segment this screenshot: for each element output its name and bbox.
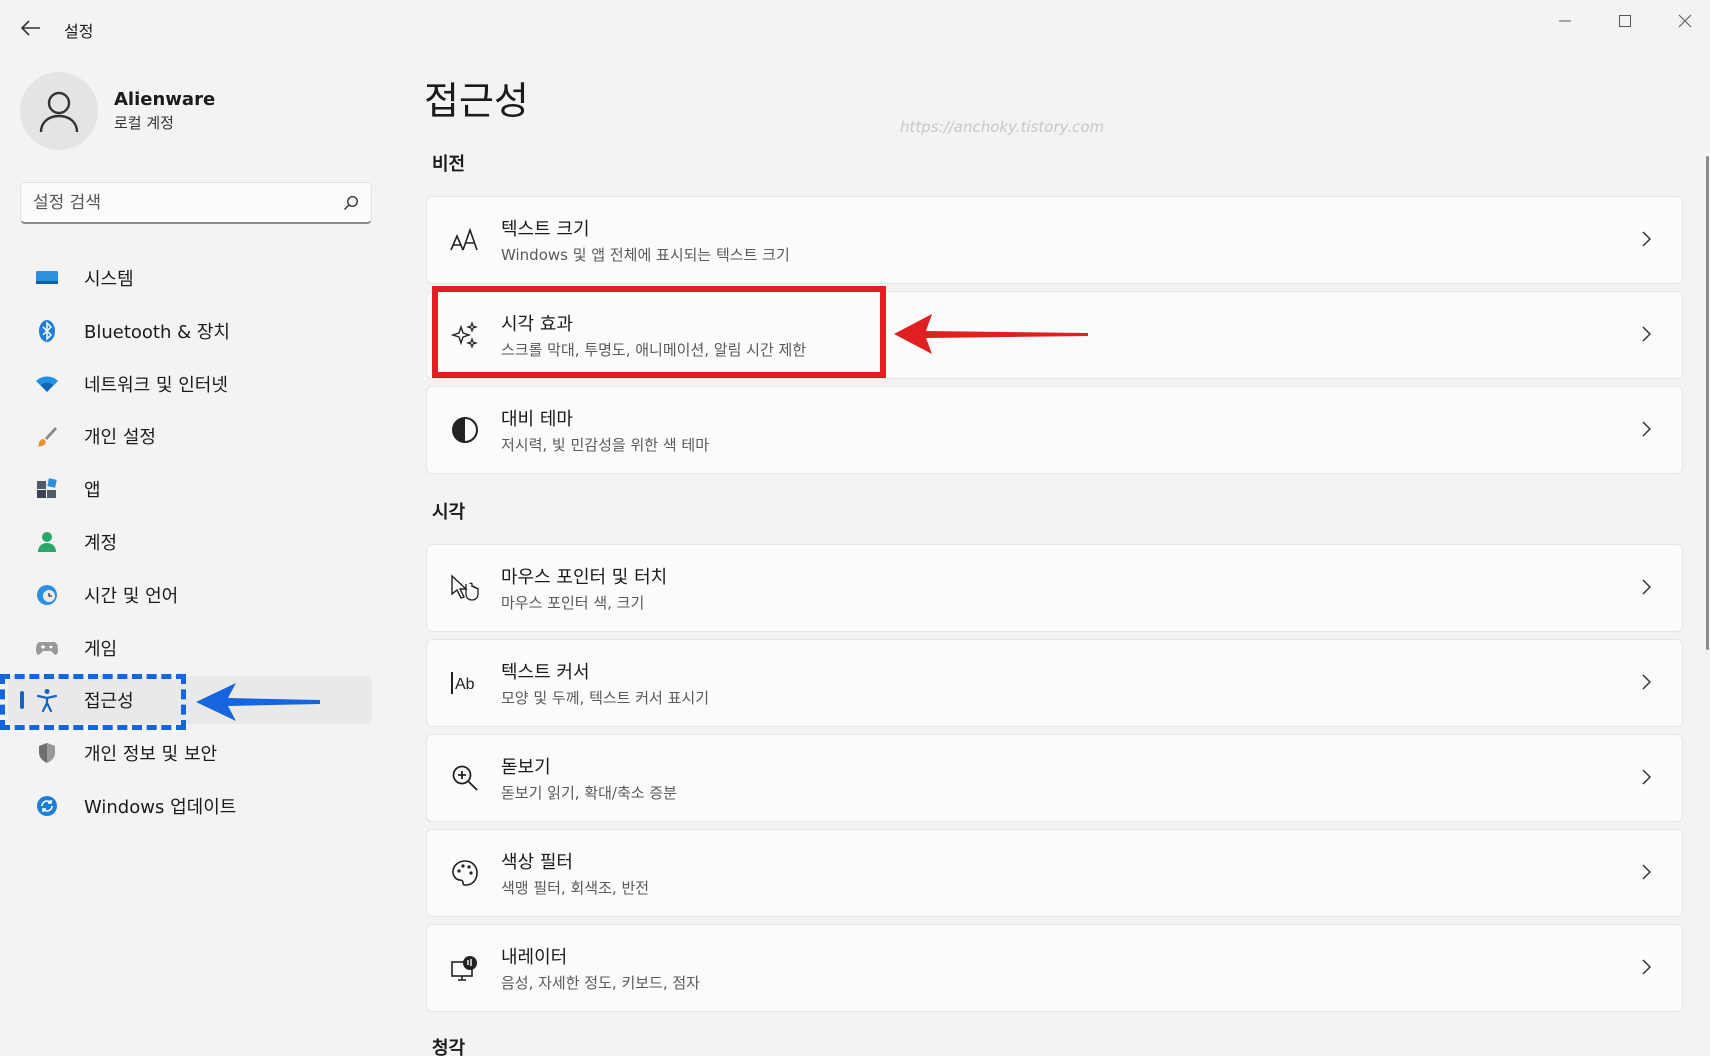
app-title: 설정 — [64, 22, 94, 41]
card-subtitle: 모양 및 두께, 텍스트 커서 표시기 — [501, 689, 710, 707]
wifi-icon — [34, 371, 60, 397]
apps-icon — [34, 476, 60, 502]
main-content: 접근성 https://anchoky.tistory.com 비전 텍스트 크… — [420, 56, 1690, 1056]
sidebar-item-bluetooth[interactable]: Bluetooth & 장치 — [8, 307, 372, 355]
sidebar-item-label: 네트워크 및 인터넷 — [84, 374, 228, 396]
card-subtitle: 색맹 필터, 회색조, 반전 — [501, 879, 650, 897]
card-subtitle: 돋보기 읽기, 확대/축소 증분 — [501, 784, 677, 802]
palette-icon — [445, 853, 485, 893]
settings-search[interactable] — [20, 182, 372, 224]
shield-icon — [34, 740, 60, 766]
search-icon[interactable] — [343, 195, 359, 211]
chevron-right-icon — [1634, 322, 1658, 346]
card-text-cursor[interactable]: Ab 텍스트 커서 모양 및 두께, 텍스트 커서 표시기 — [426, 639, 1683, 727]
sidebar-item-accounts[interactable]: 계정 — [8, 518, 372, 566]
text-cursor-icon: Ab — [445, 663, 485, 703]
chevron-right-icon — [1634, 955, 1658, 979]
card-text-size[interactable]: 텍스트 크기 Windows 및 앱 전체에 표시되는 텍스트 크기 — [426, 196, 1683, 284]
sidebar-item-personalization[interactable]: 개인 설정 — [8, 412, 372, 460]
blue-pointer-arrow-icon — [196, 683, 320, 721]
card-title: 내레이터 — [501, 947, 568, 968]
profile-name: Alienware — [114, 89, 216, 110]
chevron-right-icon — [1634, 227, 1658, 251]
red-pointer-arrow-icon — [894, 314, 1088, 354]
watermark: https://anchoky.tistory.com — [900, 118, 1105, 136]
minimize-icon — [1559, 20, 1571, 22]
sidebar: Alienware 로컬 계정 시스템 Bluetooth & 장치 — [0, 56, 380, 1056]
chevron-right-icon — [1634, 417, 1658, 441]
account-icon — [34, 529, 60, 555]
pointer-touch-icon — [445, 568, 485, 608]
card-color-filters[interactable]: 색상 필터 색맹 필터, 회색조, 반전 — [426, 829, 1683, 917]
chevron-right-icon — [1634, 860, 1658, 884]
visual-effects-highlight-box — [432, 286, 886, 378]
back-button[interactable] — [16, 14, 46, 42]
sidebar-item-network[interactable]: 네트워크 및 인터넷 — [8, 360, 372, 408]
svg-text:Ab: Ab — [455, 676, 475, 693]
brush-icon — [34, 423, 60, 449]
user-profile[interactable]: Alienware 로컬 계정 — [20, 72, 215, 150]
card-title: 돋보기 — [501, 757, 551, 778]
update-icon — [34, 793, 60, 819]
card-subtitle: 음성, 자세한 정도, 키보드, 점자 — [501, 974, 700, 992]
text-size-icon — [445, 220, 485, 260]
sidebar-item-label: 개인 설정 — [84, 427, 156, 449]
contrast-icon — [445, 410, 485, 450]
profile-account-type: 로컬 계정 — [114, 114, 174, 132]
card-title: 대비 테마 — [501, 409, 573, 430]
search-input[interactable] — [33, 192, 343, 213]
scrollbar[interactable] — [1706, 156, 1709, 650]
card-narrator[interactable]: 내레이터 음성, 자세한 정도, 키보드, 점자 — [426, 924, 1683, 1012]
minimize-button[interactable] — [1540, 6, 1590, 36]
sidebar-item-windows-update[interactable]: Windows 업데이트 — [8, 782, 372, 830]
maximize-button[interactable] — [1600, 6, 1650, 36]
chevron-right-icon — [1634, 765, 1658, 789]
bluetooth-icon — [34, 318, 60, 344]
magnifier-icon — [445, 758, 485, 798]
section-title-visual: 시각 — [432, 502, 466, 523]
section-title-hearing: 청각 — [432, 1038, 466, 1056]
maximize-icon — [1619, 15, 1631, 27]
close-icon — [1678, 14, 1692, 28]
sidebar-item-time-language[interactable]: 시간 및 언어 — [8, 571, 372, 619]
card-magnifier[interactable]: 돋보기 돋보기 읽기, 확대/축소 증분 — [426, 734, 1683, 822]
sidebar-item-label: 게임 — [84, 638, 118, 660]
title-bar: 설정 — [0, 0, 1710, 56]
card-title: 색상 필터 — [501, 852, 573, 873]
gamepad-icon — [34, 635, 60, 661]
sidebar-item-label: Windows 업데이트 — [84, 796, 237, 818]
card-subtitle: 저시력, 빛 민감성을 위한 색 테마 — [501, 436, 710, 454]
avatar — [20, 72, 98, 150]
sidebar-item-label: 시간 및 언어 — [84, 585, 179, 607]
sidebar-item-label: 앱 — [84, 480, 101, 502]
sidebar-item-privacy-security[interactable]: 개인 정보 및 보안 — [8, 729, 372, 777]
card-subtitle: Windows 및 앱 전체에 표시되는 텍스트 크기 — [501, 246, 790, 264]
sidebar-nav: 시스템 Bluetooth & 장치 네트워크 및 인터넷 개인 설정 앱 계정… — [0, 254, 380, 835]
sidebar-item-label: 계정 — [84, 532, 118, 554]
system-icon — [34, 265, 60, 291]
user-icon — [39, 91, 79, 133]
section-title-vision: 비전 — [432, 154, 466, 175]
chevron-right-icon — [1634, 575, 1658, 599]
sidebar-item-system[interactable]: 시스템 — [8, 254, 372, 302]
card-title: 텍스트 커서 — [501, 662, 590, 683]
close-button[interactable] — [1660, 6, 1710, 36]
card-title: 텍스트 크기 — [501, 219, 590, 240]
sidebar-item-label: Bluetooth & 장치 — [84, 321, 230, 343]
sidebar-item-gaming[interactable]: 게임 — [8, 624, 372, 672]
card-mouse-pointer-touch[interactable]: 마우스 포인터 및 터치 마우스 포인터 색, 크기 — [426, 544, 1683, 632]
sidebar-item-apps[interactable]: 앱 — [8, 465, 372, 513]
narrator-icon — [445, 948, 485, 988]
card-contrast-themes[interactable]: 대비 테마 저시력, 빛 민감성을 위한 색 테마 — [426, 386, 1683, 474]
card-title: 마우스 포인터 및 터치 — [501, 567, 668, 588]
back-arrow-icon — [21, 20, 40, 36]
accessibility-highlight-box — [0, 674, 186, 730]
sidebar-item-label: 시스템 — [84, 269, 134, 290]
card-subtitle: 마우스 포인터 색, 크기 — [501, 594, 645, 612]
globe-clock-icon — [34, 582, 60, 608]
sidebar-item-label: 개인 정보 및 보안 — [84, 744, 218, 766]
chevron-right-icon — [1634, 670, 1658, 694]
page-title: 접근성 — [424, 79, 529, 123]
